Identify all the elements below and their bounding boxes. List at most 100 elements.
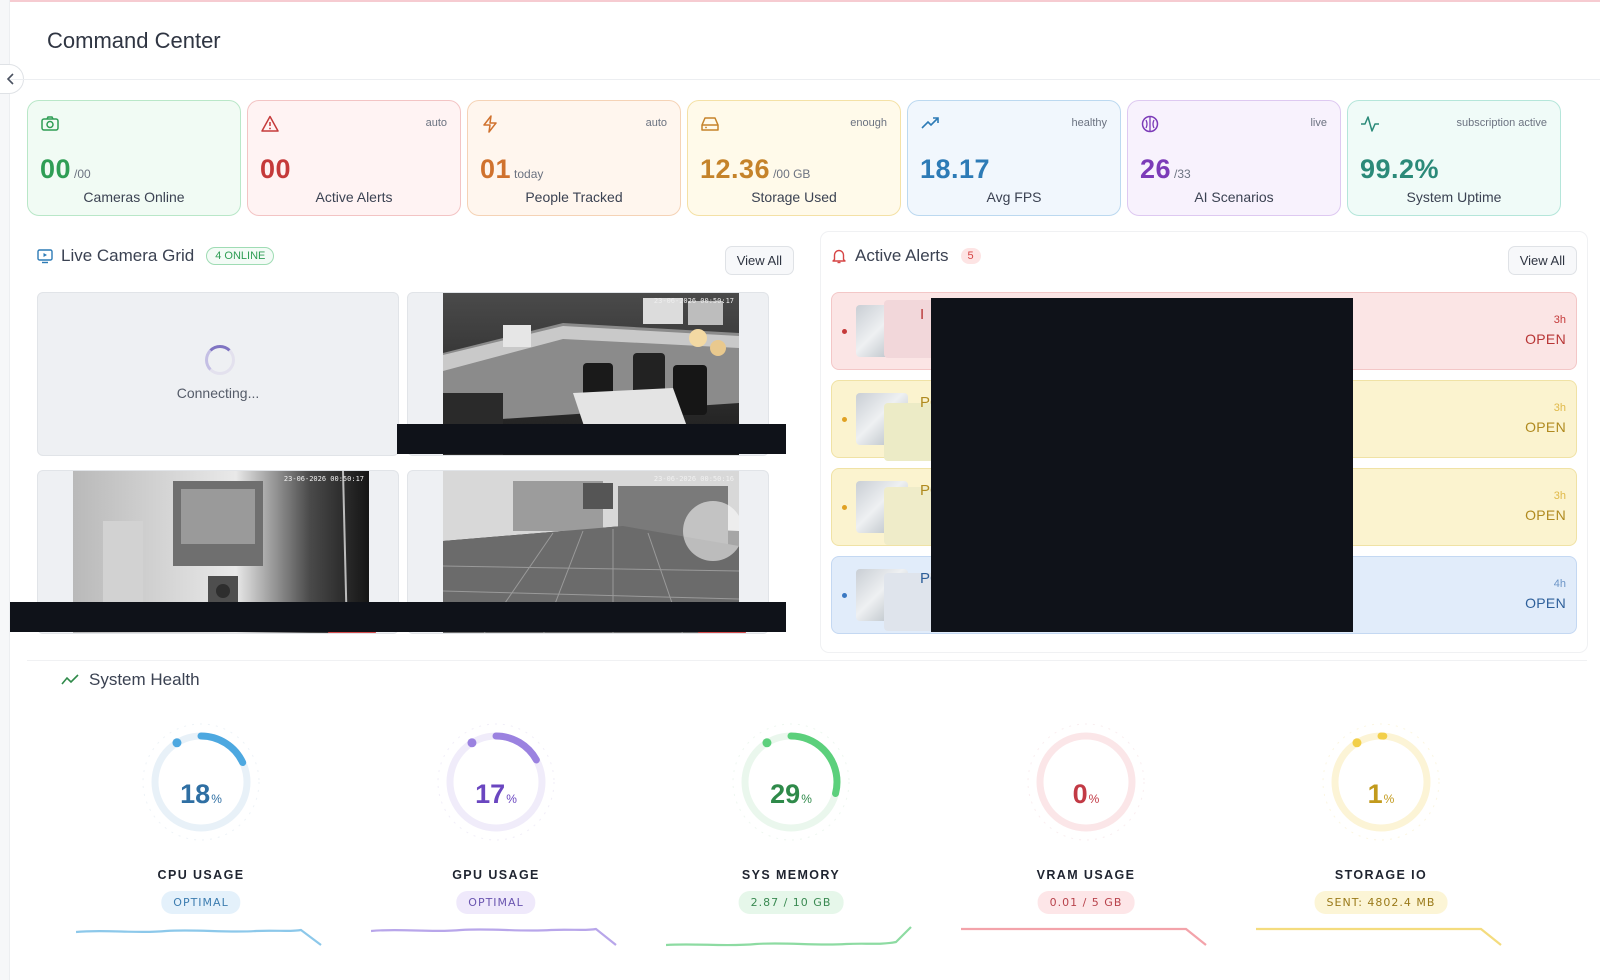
trend-line-icon bbox=[61, 674, 79, 685]
stat-value: 00 bbox=[260, 154, 292, 184]
gauge-value: 29% bbox=[770, 779, 812, 809]
system-health-title: System Health bbox=[89, 670, 200, 689]
memory-sparkline bbox=[666, 926, 912, 947]
stat-label: Cameras Online bbox=[83, 189, 185, 205]
gauge-value: 17% bbox=[475, 779, 517, 809]
alert-dot bbox=[842, 505, 847, 510]
system-health-header: System Health bbox=[61, 670, 200, 690]
gauge-label: STORAGE IO bbox=[1334, 868, 1428, 882]
live-camera-panel: Live Camera Grid 4 ONLINE View All Conne… bbox=[10, 232, 794, 642]
bell-icon bbox=[832, 249, 846, 264]
alert-name: I bbox=[920, 306, 925, 323]
gauge-gpu: 17% GPU USAGE OPTIMAL bbox=[346, 721, 646, 980]
stat-unit: /00 bbox=[74, 167, 91, 181]
stat-card-storage-used[interactable]: enough 12.36/00 GB Storage Used bbox=[687, 100, 901, 216]
alert-dot bbox=[842, 417, 847, 422]
stat-card-system-uptime[interactable]: subscription active 99.2% System Uptime bbox=[1347, 100, 1561, 216]
redaction-block bbox=[10, 602, 786, 632]
redaction-block bbox=[397, 424, 786, 454]
gauge-value: 0% bbox=[1072, 779, 1100, 809]
alerts-panel-title: Active Alerts bbox=[855, 246, 949, 265]
monitor-icon bbox=[37, 249, 53, 264]
gauge-start-dot bbox=[467, 738, 477, 748]
alerts-panel-header: Active Alerts 5 bbox=[831, 246, 981, 266]
alert-triangle-icon bbox=[261, 115, 279, 132]
stat-unit: today bbox=[514, 167, 544, 181]
gauge-start-dot bbox=[1352, 738, 1362, 748]
cameras-view-all-button[interactable]: View All bbox=[724, 246, 794, 275]
stat-label: AI Scenarios bbox=[1194, 189, 1274, 205]
alert-status: OPEN bbox=[1525, 419, 1566, 435]
stat-tag: auto bbox=[645, 117, 667, 129]
gauge-status-pill: SENT: 4802.4 MB bbox=[1314, 891, 1448, 914]
alert-status: OPEN bbox=[1525, 331, 1566, 347]
gpu-sparkline bbox=[371, 927, 617, 946]
system-health-panel: System Health 18% CPU USAGE OPTIMAL 17% … bbox=[27, 660, 1587, 980]
gauge-sys-memory: 29% SYS MEMORY 2.87 / 10 GB bbox=[641, 721, 941, 980]
stat-label: Active Alerts bbox=[315, 189, 393, 205]
trending-up-icon bbox=[921, 117, 939, 129]
page-title: Command Center bbox=[47, 28, 221, 53]
online-badge: 4 ONLINE bbox=[206, 247, 275, 265]
stat-unit: /33 bbox=[1174, 167, 1191, 181]
stat-tag: subscription active bbox=[1456, 117, 1548, 129]
vram-sparkline bbox=[961, 927, 1207, 946]
stat-label: Storage Used bbox=[751, 189, 837, 205]
loading-spinner bbox=[205, 345, 235, 375]
active-alerts-panel: Active Alerts 5 View All I 3h OPEN POI 3… bbox=[821, 232, 1587, 652]
gauge-status-pill: 0.01 / 5 GB bbox=[1037, 891, 1135, 914]
camera-timestamp: 23-06-2026 00:50:16 bbox=[654, 475, 734, 483]
gauge-label: CPU USAGE bbox=[157, 868, 245, 882]
gauge-label: GPU USAGE bbox=[452, 868, 540, 882]
camera-timestamp: 23-06-2026 00:50:17 bbox=[284, 475, 364, 483]
cpu-sparkline bbox=[76, 928, 322, 946]
lightning-icon bbox=[483, 115, 497, 133]
gauge-start-dot bbox=[172, 738, 182, 748]
gauge-vram: 0% VRAM USAGE 0.01 / 5 GB bbox=[936, 721, 1236, 980]
stat-value: 99.2% bbox=[1360, 154, 1440, 184]
gauge-status-pill: OPTIMAL bbox=[456, 891, 536, 914]
stat-value: 26/33 bbox=[1140, 154, 1191, 184]
gauge-label: SYS MEMORY bbox=[741, 868, 841, 882]
stats-row: 00/00 Cameras Online auto 00 Active Aler… bbox=[27, 100, 1587, 216]
stat-card-ai-scenarios[interactable]: live 26/33 AI Scenarios bbox=[1127, 100, 1341, 216]
camera-tile[interactable]: Connecting... bbox=[37, 292, 399, 456]
camera-panel-title: Live Camera Grid bbox=[61, 246, 195, 265]
alert-time: 3h bbox=[1553, 402, 1566, 414]
stat-tag: live bbox=[1310, 117, 1327, 129]
stat-card-people-tracked[interactable]: auto 01 today People Tracked bbox=[467, 100, 681, 216]
camera-icon bbox=[41, 116, 59, 131]
camera-panel-header: Live Camera Grid 4 ONLINE bbox=[37, 246, 275, 266]
stat-value: 00/00 bbox=[40, 154, 91, 184]
gauge-status-pill: OPTIMAL bbox=[161, 891, 241, 914]
alerts-count-badge: 5 bbox=[960, 248, 981, 264]
stat-card-cameras-online[interactable]: 00/00 Cameras Online bbox=[27, 100, 241, 216]
alert-dot bbox=[842, 593, 847, 598]
alert-time: 3h bbox=[1553, 490, 1566, 502]
page-header: Command Center bbox=[10, 2, 1600, 80]
redaction-block bbox=[931, 298, 1353, 632]
gauge-status-pill: 2.87 / 10 GB bbox=[738, 891, 844, 914]
alert-status: OPEN bbox=[1525, 595, 1566, 611]
gauge-start-dot bbox=[762, 738, 772, 748]
stat-label: System Uptime bbox=[1406, 189, 1502, 205]
sidebar-rail bbox=[0, 0, 10, 980]
alert-time: 4h bbox=[1553, 578, 1566, 590]
activity-icon bbox=[1361, 116, 1379, 132]
camera-timestamp: 23-06-2026 00:50:17 bbox=[654, 297, 734, 305]
alerts-view-all-button[interactable]: View All bbox=[1507, 246, 1577, 275]
storage-sparkline bbox=[1256, 927, 1502, 946]
stat-label: People Tracked bbox=[525, 189, 623, 205]
stat-value: 01 today bbox=[480, 154, 544, 184]
stat-card-avg-fps[interactable]: healthy 18.17 Avg FPS bbox=[907, 100, 1121, 216]
stat-tag: healthy bbox=[1071, 117, 1107, 129]
stat-value: 12.36/00 GB bbox=[700, 154, 811, 184]
connecting-text: Connecting... bbox=[176, 385, 260, 401]
alert-dot bbox=[842, 329, 847, 334]
brain-icon bbox=[1141, 115, 1159, 133]
stat-value: 18.17 bbox=[920, 154, 991, 184]
stat-card-active-alerts[interactable]: auto 00 Active Alerts bbox=[247, 100, 461, 216]
stat-unit: /00 GB bbox=[773, 167, 811, 181]
gauge-cpu: 18% CPU USAGE OPTIMAL bbox=[51, 721, 351, 980]
stat-label: Avg FPS bbox=[986, 189, 1042, 205]
